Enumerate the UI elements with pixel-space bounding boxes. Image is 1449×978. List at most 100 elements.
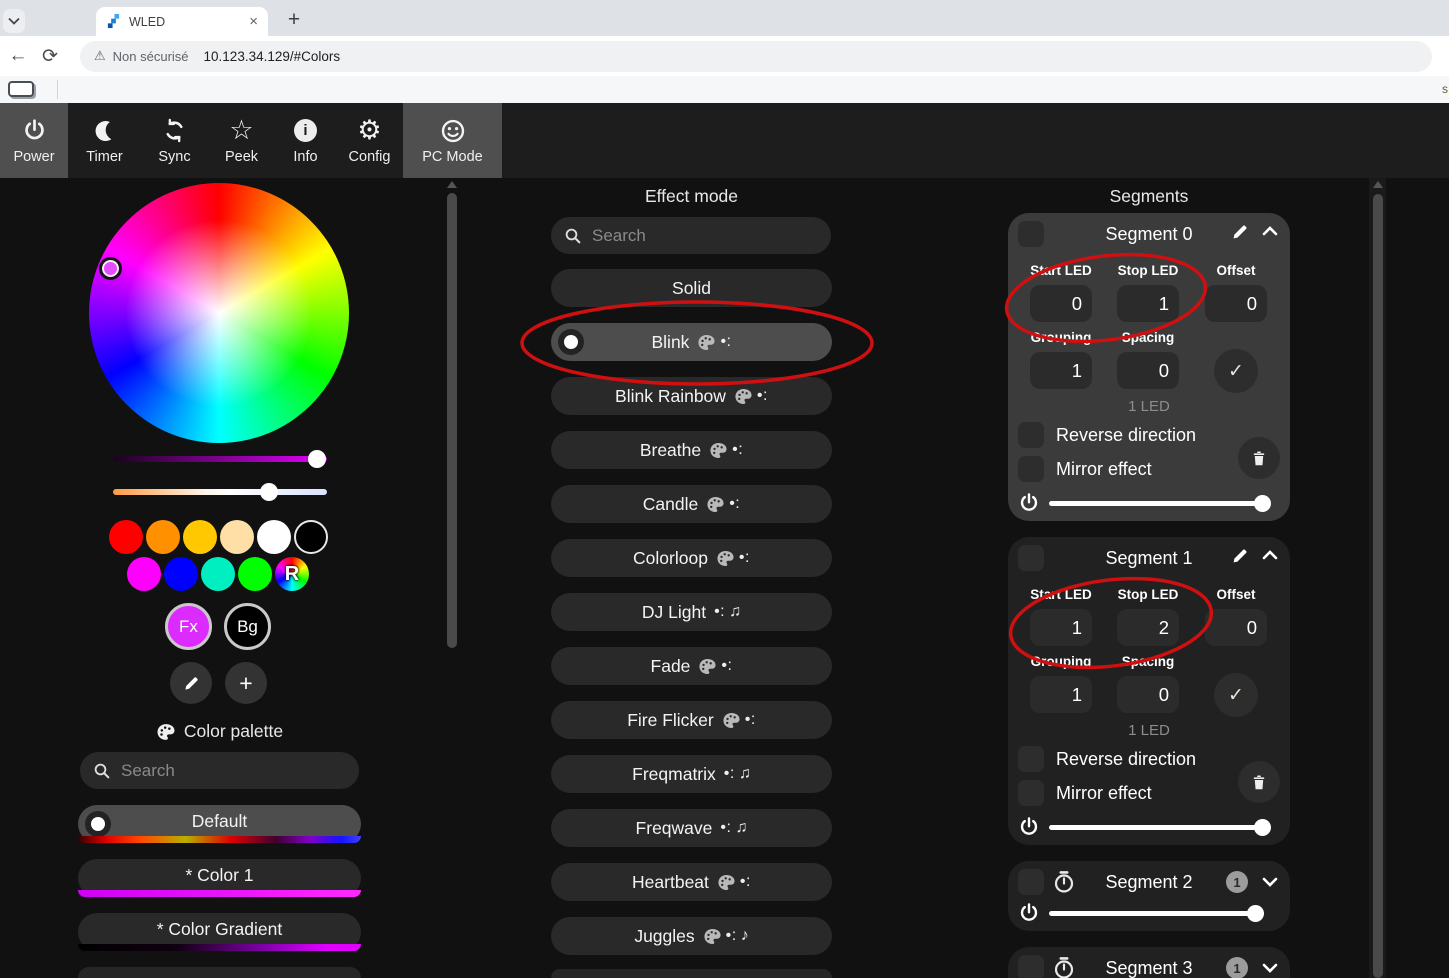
palette-item-default[interactable]: Default xyxy=(78,805,361,843)
nav-peek-button[interactable]: ☆ Peek xyxy=(208,103,275,178)
effect-item-partial[interactable] xyxy=(551,969,832,978)
bg-color-slot-button[interactable]: Bg xyxy=(224,603,271,650)
color-wheel-selector[interactable] xyxy=(99,257,122,280)
url-text: 10.123.34.129/#Colors xyxy=(203,48,341,64)
value-brightness-slider[interactable] xyxy=(113,450,327,468)
offset-input[interactable]: 0 xyxy=(1205,285,1267,322)
nav-timer-button[interactable]: Timer xyxy=(68,103,141,178)
segment-edit-name-button[interactable] xyxy=(1230,546,1250,566)
color-swatch[interactable] xyxy=(109,520,143,554)
palette-item--color-1[interactable]: * Color 1 xyxy=(78,859,361,897)
effect-item-solid[interactable]: Solid xyxy=(551,269,832,307)
palette-item-partial[interactable] xyxy=(78,967,361,978)
offset-input[interactable]: 0 xyxy=(1205,609,1267,646)
power-icon[interactable] xyxy=(1018,816,1040,838)
effect-item-dj-light[interactable]: DJ Light •: ♫ xyxy=(551,593,832,631)
effect-item-colorloop[interactable]: Colorloop •: xyxy=(551,539,832,577)
segment-collapse-button[interactable] xyxy=(1262,225,1278,237)
add-custom-palette-button[interactable]: + xyxy=(225,662,267,704)
slider-knob[interactable] xyxy=(1247,905,1264,922)
segment-collapse-button[interactable] xyxy=(1262,549,1278,561)
segment-expand-button[interactable] xyxy=(1262,962,1278,974)
fx-color-slot-button[interactable]: Fx xyxy=(165,603,212,650)
stop-led-input[interactable]: 2 xyxy=(1117,609,1179,646)
chevron-down-icon xyxy=(1262,877,1278,887)
color-swatch[interactable] xyxy=(146,520,180,554)
slider-knob[interactable] xyxy=(1254,495,1271,512)
new-tab-button[interactable]: + xyxy=(280,6,308,34)
delete-segment-button[interactable] xyxy=(1238,761,1280,803)
scrollbar-up-arrow[interactable] xyxy=(447,181,457,188)
effect-item-heartbeat[interactable]: Heartbeat •: xyxy=(551,863,832,901)
color-swatch[interactable] xyxy=(238,557,272,591)
chevron-up-icon xyxy=(1262,226,1278,236)
delete-segment-button[interactable] xyxy=(1238,437,1280,479)
effect-item-blink[interactable]: Blink •: xyxy=(551,323,832,361)
apply-segment-button[interactable]: ✓ xyxy=(1214,673,1258,717)
tab-search-caret-button[interactable] xyxy=(3,9,25,33)
grouping-input[interactable]: 1 xyxy=(1030,352,1092,389)
grouping-input[interactable]: 1 xyxy=(1030,676,1092,713)
color-wheel[interactable] xyxy=(89,183,349,443)
back-button[interactable]: ← xyxy=(2,45,34,67)
random-color-swatch[interactable]: R xyxy=(275,557,309,591)
effect-usage-icons: •: xyxy=(716,549,750,568)
scrollbar-up-arrow[interactable] xyxy=(1373,181,1383,188)
left-scrollbar-thumb[interactable] xyxy=(447,193,457,648)
color-swatch[interactable] xyxy=(201,557,235,591)
value-slider-knob[interactable] xyxy=(308,450,326,468)
effect-item-freqwave[interactable]: Freqwave •: ♫ xyxy=(551,809,832,847)
nav-info-button[interactable]: i Info xyxy=(275,103,336,178)
nav-power-button[interactable]: Power xyxy=(0,103,68,178)
apply-segment-button[interactable]: ✓ xyxy=(1214,349,1258,393)
segment-brightness-slider[interactable] xyxy=(1008,815,1290,839)
sidepanel-icon[interactable] xyxy=(8,81,34,97)
power-icon[interactable] xyxy=(1018,902,1040,924)
slider-knob[interactable] xyxy=(1254,819,1271,836)
spacing-label: Spacing xyxy=(1121,330,1175,345)
mirror-effect-checkbox[interactable] xyxy=(1018,456,1044,482)
palette-icon xyxy=(710,442,727,458)
effect-item-freqmatrix[interactable]: Freqmatrix •: ♫ xyxy=(551,755,832,793)
white-kelvin-slider[interactable] xyxy=(113,483,327,501)
refresh-button[interactable]: ⟳ xyxy=(34,45,66,68)
color-swatch[interactable] xyxy=(257,520,291,554)
effect-item-juggles[interactable]: Juggles •: ♪ xyxy=(551,917,832,955)
palette-search-input[interactable]: Search xyxy=(80,752,359,789)
reverse-direction-checkbox[interactable] xyxy=(1018,422,1044,448)
mirror-effect-checkbox[interactable] xyxy=(1018,780,1044,806)
start-led-input[interactable]: 0 xyxy=(1030,285,1092,322)
power-icon[interactable] xyxy=(1018,492,1040,514)
address-bar[interactable]: ⚠ Non sécurisé 10.123.34.129/#Colors xyxy=(80,40,1432,72)
nav-pc-mode-button[interactable]: PC Mode xyxy=(403,103,502,178)
effect-item-fire-flicker[interactable]: Fire Flicker •: xyxy=(551,701,832,739)
effect-item-blink-rainbow[interactable]: Blink Rainbow •: xyxy=(551,377,832,415)
color-swatch[interactable] xyxy=(164,557,198,591)
effect-search-input[interactable]: Search xyxy=(551,217,831,254)
color-swatch[interactable] xyxy=(183,520,217,554)
edit-palette-button[interactable] xyxy=(170,662,212,704)
effect-item-breathe[interactable]: Breathe •: xyxy=(551,431,832,469)
palette-item--color-gradient[interactable]: * Color Gradient xyxy=(78,913,361,951)
spacing-input[interactable]: 0 xyxy=(1117,352,1179,389)
tab-close-button[interactable]: × xyxy=(249,14,258,29)
kelvin-slider-knob[interactable] xyxy=(260,483,278,501)
grouping-label: Grouping xyxy=(1030,330,1092,345)
stop-led-input[interactable]: 1 xyxy=(1117,285,1179,322)
effect-item-fade[interactable]: Fade •: xyxy=(551,647,832,685)
nav-sync-button[interactable]: Sync xyxy=(141,103,208,178)
reverse-direction-checkbox[interactable] xyxy=(1018,746,1044,772)
spacing-input[interactable]: 0 xyxy=(1117,676,1179,713)
color-swatch[interactable] xyxy=(294,520,328,554)
browser-tab-wled[interactable]: WLED × xyxy=(96,7,268,36)
segment-brightness-slider[interactable] xyxy=(1008,901,1290,925)
effect-item-candle[interactable]: Candle •: xyxy=(551,485,832,523)
start-led-input[interactable]: 1 xyxy=(1030,609,1092,646)
nav-config-button[interactable]: ⚙ Config xyxy=(336,103,403,178)
page-scrollbar-thumb[interactable] xyxy=(1373,194,1383,978)
color-swatch[interactable] xyxy=(220,520,254,554)
segment-brightness-slider[interactable] xyxy=(1008,491,1290,515)
color-swatch[interactable] xyxy=(127,557,161,591)
segment-expand-button[interactable] xyxy=(1262,876,1278,888)
segment-edit-name-button[interactable] xyxy=(1230,222,1250,242)
